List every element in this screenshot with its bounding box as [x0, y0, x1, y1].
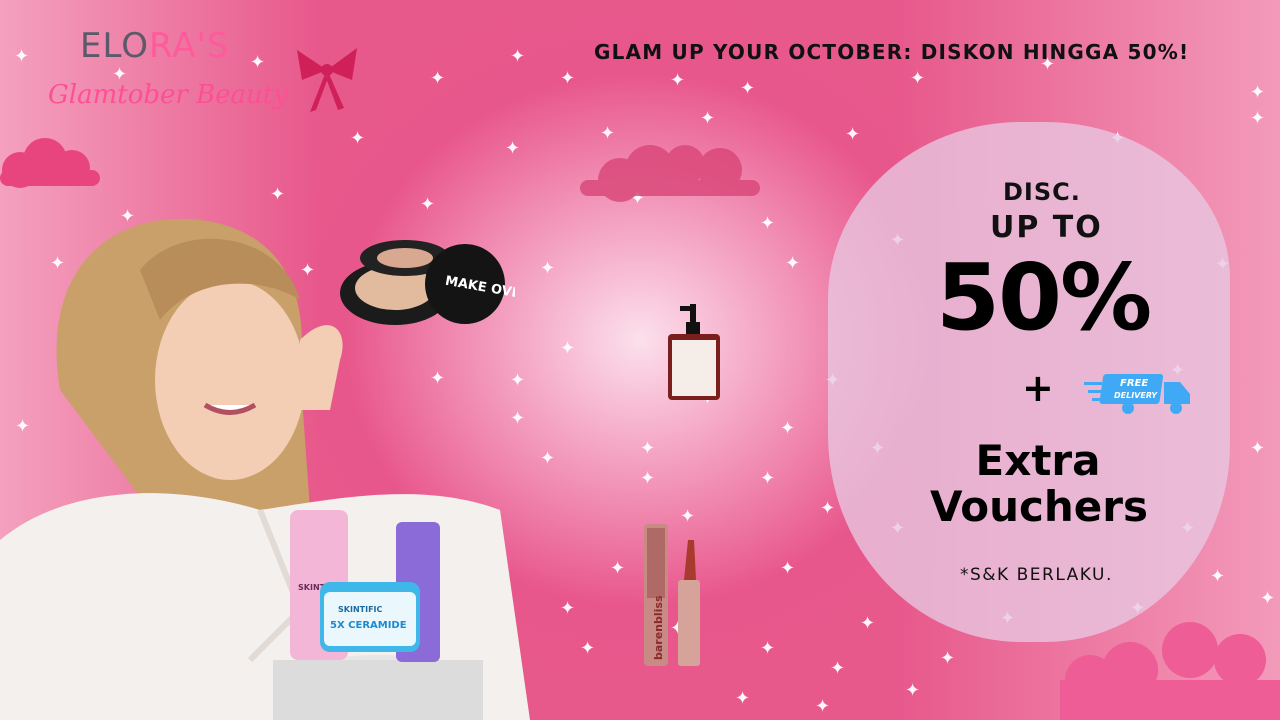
star-icon: ✦ — [910, 68, 926, 89]
star-icon: ✦ — [1260, 588, 1276, 609]
star-icon: ✦ — [250, 52, 266, 73]
free-delivery-truck-icon: FREE DELIVERY — [1084, 374, 1190, 414]
star-icon: ✦ — [735, 688, 751, 709]
star-icon: ✦ — [905, 680, 921, 701]
star-icon: ✦ — [560, 338, 576, 359]
promo-banner: ✦ ✦ ✦ ✦ ✦ ✦ ✦ ✦ ✦ ✦ ✦ ✦ ✦ ✦ ✦ ✦ ✦ ✦ ✦ ✦ ✦ ✦ ✦ ✦ ✦ ✦ ✦ ✦ ✦ ✦ ✦ ✦ ✦ ✦ ✦ ✦ ✦ ✦ ✦ ✦… — [0, 0, 1280, 720]
svg-text:FREE: FREE — [1120, 378, 1148, 389]
star-icon: ✦ — [14, 46, 30, 67]
lip-tint-product: barenbliss — [644, 524, 700, 666]
star-icon: ✦ — [350, 128, 366, 149]
plus-sign: + — [1022, 366, 1054, 410]
star-icon: ✦ — [560, 598, 576, 619]
star-icon: ✦ — [670, 70, 686, 91]
discount-percent: 50% — [936, 244, 1152, 351]
star-icon: ✦ — [270, 184, 286, 205]
up-to-label: UP TO — [990, 210, 1103, 245]
disc-label: DISC. — [1003, 178, 1081, 206]
cloud-left-icon — [0, 138, 100, 188]
svg-text:DELIVERY: DELIVERY — [1114, 391, 1158, 400]
star-icon: ✦ — [940, 648, 956, 669]
star-icon: ✦ — [580, 638, 596, 659]
star-icon: ✦ — [640, 438, 656, 459]
star-icon: ✦ — [780, 418, 796, 439]
extra-vouchers: Extra Vouchers — [930, 436, 1148, 531]
brand-name: ELORA'S — [80, 26, 229, 66]
star-icon: ✦ — [640, 468, 656, 489]
terms-note: *S&K BERLAKU. — [960, 565, 1113, 585]
star-icon: ✦ — [700, 108, 716, 129]
cream-sub-label: 5X CERAMIDE — [330, 620, 407, 631]
star-icon: ✦ — [560, 68, 576, 89]
star-icon: ✦ — [510, 46, 526, 67]
star-icon: ✦ — [760, 638, 776, 659]
cream-brand-label: SKINTIFIC — [338, 605, 383, 614]
star-icon: ✦ — [860, 613, 876, 634]
star-icon: ✦ — [845, 124, 861, 145]
brand-tagline: Glamtober Beauty — [48, 80, 288, 110]
star-icon: ✦ — [1250, 82, 1266, 103]
star-icon: ✦ — [780, 558, 796, 579]
star-icon: ✦ — [760, 213, 776, 234]
star-icon: ✦ — [1210, 566, 1226, 587]
star-icon: ✦ — [1250, 438, 1266, 459]
star-icon: ✦ — [610, 558, 626, 579]
star-icon: ✦ — [540, 258, 556, 279]
cushion-compact-product: MAKE OVER — [340, 240, 515, 325]
star-icon: ✦ — [820, 498, 836, 519]
star-icon: ✦ — [815, 696, 831, 717]
extra-line2: Vouchers — [930, 482, 1148, 531]
brand-name-part1: ELO — [80, 26, 149, 66]
pump-bottle-product — [668, 304, 720, 400]
skincare-products: SKINTIFIC SKINTIFIC 5X CERAMIDE — [273, 510, 483, 720]
cloud-center-icon — [580, 145, 760, 202]
bow-icon — [297, 48, 357, 112]
star-icon: ✦ — [760, 468, 776, 489]
extra-line1: Extra — [975, 436, 1101, 485]
star-icon: ✦ — [540, 448, 556, 469]
brand-name-part2: RA'S — [148, 26, 230, 66]
brand-logo: ELORA'S — [80, 26, 229, 66]
star-icon: ✦ — [785, 253, 801, 274]
star-icon: ✦ — [740, 78, 756, 99]
star-icon: ✦ — [1250, 108, 1266, 129]
star-icon: ✦ — [430, 68, 446, 89]
star-icon: ✦ — [505, 138, 521, 159]
star-icon: ✦ — [830, 658, 846, 679]
lip-brand-label: barenbliss — [652, 595, 665, 660]
headline: GLAM UP YOUR OCTOBER: DISKON HINGGA 50%! — [594, 40, 1190, 64]
